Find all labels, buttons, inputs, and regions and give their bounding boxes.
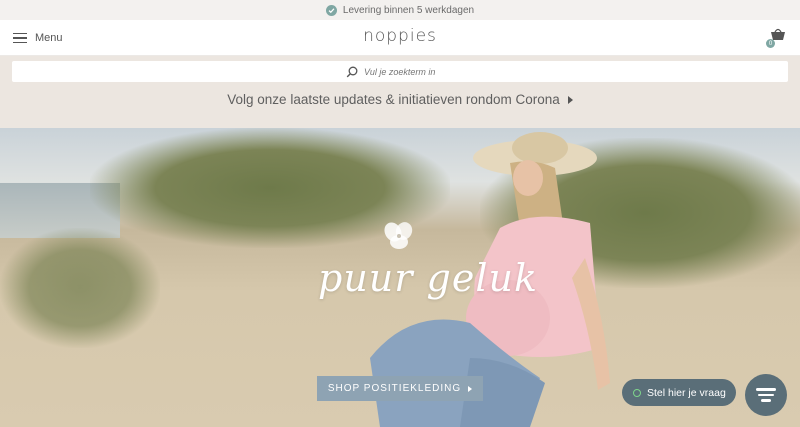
chat-launcher-button[interactable] (745, 374, 787, 416)
chat-icon (756, 388, 776, 391)
hero-headline: puur geluk (318, 256, 538, 300)
corona-update-link[interactable]: Volg onze laatste updates & initiatieven… (12, 92, 788, 107)
search-icon (346, 66, 358, 77)
flower-icon (384, 222, 413, 249)
delivery-text: Levering binnen 5 werkdagen (342, 4, 475, 16)
search-box[interactable] (12, 61, 788, 82)
delivery-bar: Levering binnen 5 werkdagen (0, 0, 800, 20)
chat-prompt-label: Stel hier je vraag (647, 386, 726, 399)
cart-count-badge: 0 (766, 39, 775, 48)
check-icon (325, 4, 337, 16)
search-input[interactable] (364, 66, 454, 77)
header: Menu noppies 0 (0, 20, 800, 56)
hero-banner[interactable]: puur geluk SHOP POSITIEKLEDING Stel hier… (0, 128, 800, 427)
logo[interactable]: noppies (0, 26, 800, 46)
shop-maternity-button[interactable]: SHOP POSITIEKLEDING (317, 376, 483, 401)
search-band: Volg onze laatste updates & initiatieven… (0, 56, 800, 128)
play-arrow-icon (468, 385, 473, 392)
play-arrow-icon (567, 95, 573, 104)
chat-prompt-button[interactable]: Stel hier je vraag (622, 379, 736, 406)
dune-grass (0, 228, 160, 348)
shop-maternity-label: SHOP POSITIEKLEDING (327, 383, 462, 394)
online-status-icon (633, 388, 641, 397)
cart-button[interactable]: 0 (766, 28, 788, 48)
corona-update-text: Volg onze laatste updates & initiatieven… (227, 92, 560, 107)
